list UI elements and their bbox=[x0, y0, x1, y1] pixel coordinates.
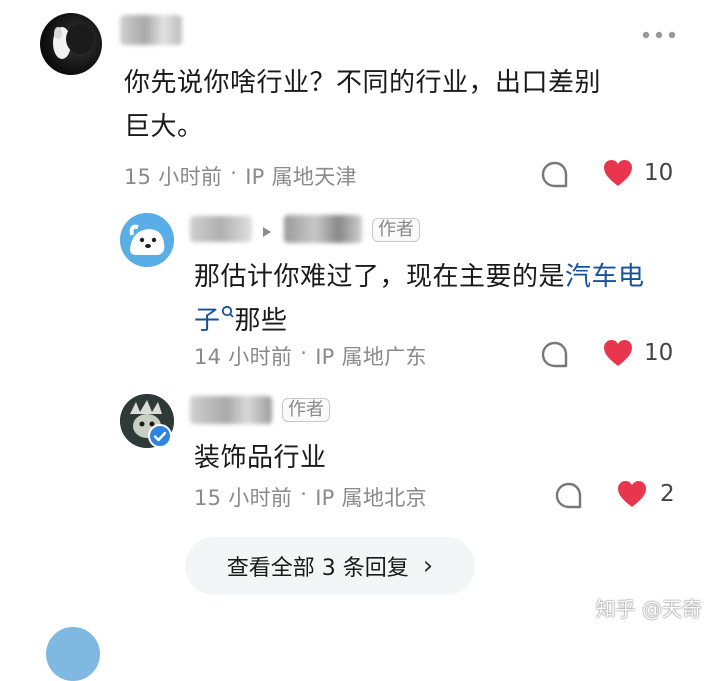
reply1-line1: 那估计你难过了，现在主要的是汽车电 bbox=[194, 255, 694, 299]
like-button-reply2[interactable]: 2 bbox=[616, 479, 675, 509]
heart-icon bbox=[604, 160, 632, 186]
username-reply1-blurred[interactable] bbox=[190, 216, 252, 242]
reply2-text: 装饰品行业 bbox=[194, 443, 327, 473]
topic-link-continued[interactable]: 子 bbox=[194, 306, 221, 336]
view-all-replies-label: 查看全部 3 条回复 bbox=[226, 556, 409, 581]
reply1-text-suffix: 那些 bbox=[234, 306, 288, 336]
heart-icon bbox=[604, 340, 632, 366]
ip-location: IP 属地天津 bbox=[245, 165, 357, 189]
more-options-icon[interactable] bbox=[641, 26, 677, 45]
like-count: 10 bbox=[644, 340, 674, 366]
separator: · bbox=[300, 341, 308, 365]
timestamp: 15 小时前 bbox=[194, 486, 293, 510]
avatar-reply1[interactable] bbox=[120, 213, 174, 267]
reply-to-arrow-icon bbox=[262, 223, 272, 242]
author-tag: 作者 bbox=[372, 218, 420, 242]
topic-link[interactable]: 汽车电 bbox=[565, 262, 645, 292]
like-button-reply1[interactable]: 10 bbox=[602, 338, 673, 368]
comment-bubble-icon[interactable] bbox=[540, 160, 570, 194]
username-reply2-blurred[interactable] bbox=[190, 396, 272, 424]
chevron-right-icon: › bbox=[422, 551, 434, 581]
main-comment-text: 你先说你啥行业？不同的行业，出口差别 巨大。 bbox=[124, 61, 694, 149]
avatar-main[interactable] bbox=[40, 13, 102, 75]
verified-badge-icon bbox=[148, 424, 172, 452]
separator: · bbox=[300, 482, 308, 506]
timestamp: 15 小时前 bbox=[124, 165, 223, 189]
reply1-text: 那估计你难过了，现在主要的是汽车电 子那些 bbox=[194, 255, 694, 343]
ip-location: IP 属地北京 bbox=[315, 486, 427, 510]
heart-icon bbox=[618, 481, 646, 507]
ip-location: IP 属地广东 bbox=[315, 345, 427, 369]
separator: · bbox=[230, 161, 238, 185]
view-all-replies-button[interactable]: 查看全部 3 条回复 › bbox=[185, 537, 475, 595]
reply1-line2: 子那些 bbox=[194, 299, 694, 343]
username-main-blurred[interactable] bbox=[120, 15, 182, 45]
like-button-main[interactable]: 10 bbox=[602, 158, 673, 188]
avatar-silhouette-icon bbox=[53, 24, 94, 59]
timestamp: 14 小时前 bbox=[194, 345, 293, 369]
comment-bubble-icon[interactable] bbox=[554, 481, 584, 515]
reply2-meta: 15 小时前 · IP 属地北京 bbox=[194, 482, 427, 512]
main-comment-line1: 你先说你啥行业？不同的行业，出口差别 bbox=[124, 68, 602, 98]
watermark: 知乎 @天奇 bbox=[595, 597, 702, 621]
like-count: 10 bbox=[644, 160, 674, 186]
dog-avatar-icon bbox=[120, 213, 174, 267]
reply-target-username-blurred[interactable] bbox=[284, 215, 362, 243]
search-icon[interactable] bbox=[221, 305, 235, 321]
author-tag: 作者 bbox=[282, 398, 330, 422]
comment-bubble-icon[interactable] bbox=[540, 340, 570, 374]
main-comment-meta: 15 小时前 · IP 属地天津 bbox=[124, 161, 357, 191]
avatar-next-comment[interactable] bbox=[46, 627, 100, 681]
main-comment-line2: 巨大。 bbox=[124, 112, 204, 142]
reply1-text-prefix: 那估计你难过了，现在主要的是 bbox=[194, 262, 566, 292]
reply1-meta: 14 小时前 · IP 属地广东 bbox=[194, 341, 427, 371]
like-count: 2 bbox=[660, 481, 675, 507]
